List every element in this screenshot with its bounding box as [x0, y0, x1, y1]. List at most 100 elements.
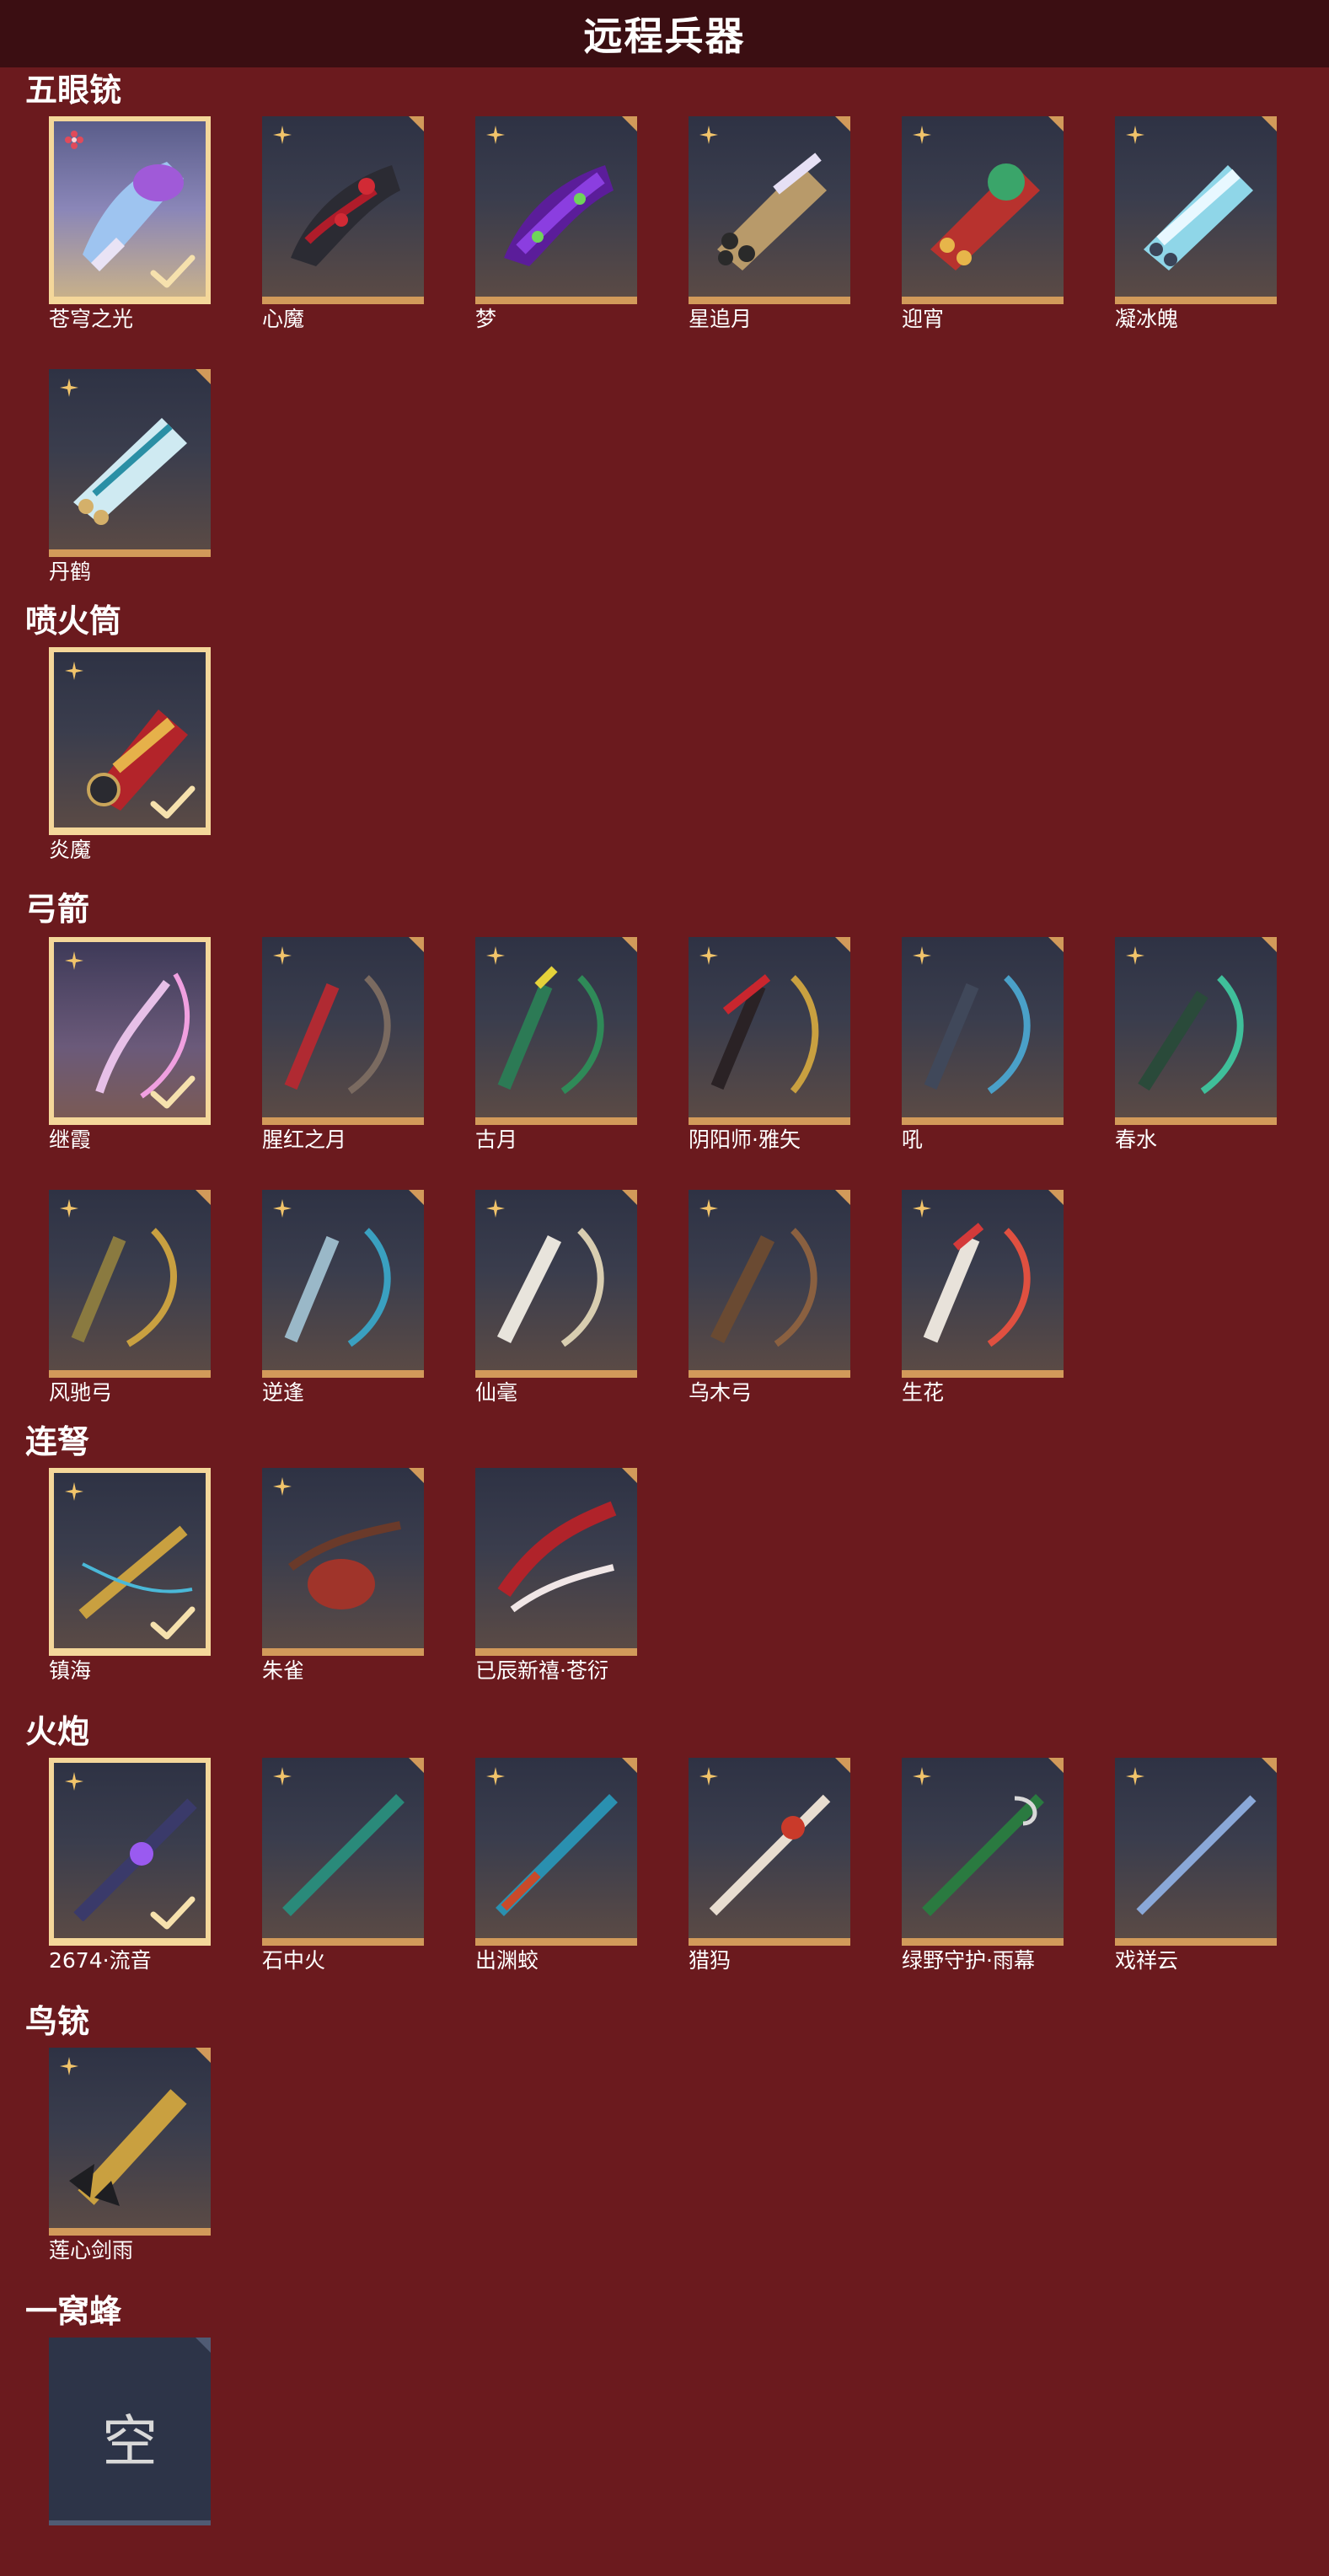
- weapon-card[interactable]: [1115, 1758, 1277, 1946]
- four-point-star-icon: [59, 378, 79, 398]
- weapon-card[interactable]: [689, 1190, 850, 1378]
- weapon-name: 春水: [1115, 1127, 1158, 1152]
- weapon-name: 生花: [902, 1380, 945, 1405]
- weapon-card[interactable]: [49, 937, 211, 1125]
- weapon-card[interactable]: [475, 116, 637, 304]
- weapon-art: [1138, 975, 1244, 1095]
- weapon-art: [923, 1223, 1031, 1347]
- weapon-card[interactable]: [689, 937, 850, 1125]
- four-point-star-icon: [912, 125, 932, 145]
- weapon-card[interactable]: [49, 1190, 211, 1378]
- section-title-huopao: 火炮: [25, 1713, 90, 1750]
- weapon-name: 逆逢: [262, 1380, 305, 1405]
- four-point-star-icon: [64, 951, 84, 971]
- weapon-card[interactable]: [262, 116, 424, 304]
- weapon-art: [717, 153, 827, 270]
- header-bar: 远程兵器: [0, 0, 1329, 67]
- weapon-card[interactable]: [49, 2048, 211, 2236]
- weapon-name: 梦: [475, 307, 497, 331]
- weapon-card[interactable]: [475, 937, 637, 1125]
- four-point-star-icon: [485, 1198, 506, 1218]
- weapon-name: 已辰新禧·苍衍: [475, 1658, 608, 1683]
- weapon-name: 石中火: [262, 1948, 326, 1973]
- weapon-art: [284, 975, 391, 1095]
- weapon-art: [496, 1228, 604, 1347]
- empty-slot-label: 空: [102, 2409, 158, 2474]
- weapon-name: 阴阳师·雅矢: [689, 1127, 801, 1152]
- four-point-star-icon: [1125, 1766, 1145, 1786]
- weapon-name: 朱雀: [262, 1658, 305, 1683]
- four-point-star-icon: [59, 2056, 79, 2076]
- four-point-star-icon: [272, 125, 292, 145]
- weapon-name: 乌木弓: [689, 1380, 753, 1405]
- section-title-liannu: 连弩: [25, 1423, 90, 1460]
- weapon-art: [930, 163, 1040, 270]
- section-title-wuyanchong: 五眼铳: [25, 72, 122, 109]
- weapon-name: 继霞: [49, 1127, 92, 1152]
- four-point-star-icon: [272, 945, 292, 966]
- weapon-art: [709, 1794, 831, 1916]
- weapon-card[interactable]: [1115, 937, 1277, 1125]
- weapon-name: 心魔: [262, 307, 305, 331]
- weapon-name: 迎宵: [902, 307, 945, 331]
- weapon-art: [284, 1228, 391, 1347]
- section-title-penhuotong: 喷火筒: [25, 602, 122, 640]
- weapon-card[interactable]: [49, 116, 211, 304]
- weapon-art: [1144, 165, 1253, 270]
- weapon-card[interactable]: [262, 1190, 424, 1378]
- weapon-art: [288, 1521, 401, 1609]
- weapon-card[interactable]: [475, 1468, 637, 1656]
- checkmark-icon: [150, 785, 196, 821]
- weapon-name: 凝冰魄: [1115, 307, 1179, 331]
- four-point-star-icon: [699, 945, 719, 966]
- weapon-art: [504, 165, 614, 266]
- checkmark-icon: [150, 254, 196, 290]
- four-point-star-icon: [272, 1766, 292, 1786]
- weapon-card[interactable]: [902, 937, 1064, 1125]
- weapon-name: 镇海: [49, 1658, 92, 1683]
- weapon-name: 仙毫: [475, 1380, 518, 1405]
- weapon-art: [69, 2089, 187, 2206]
- four-point-star-icon: [912, 1198, 932, 1218]
- weapon-name: 腥红之月: [262, 1127, 347, 1152]
- checkmark-icon: [150, 1606, 196, 1641]
- page-title: 远程兵器: [583, 13, 746, 59]
- weapon-name: 风驰弓: [49, 1380, 113, 1405]
- flower-rarity-icon: [64, 130, 84, 150]
- weapon-card[interactable]: [902, 116, 1064, 304]
- weapon-card[interactable]: [902, 1758, 1064, 1946]
- four-point-star-icon: [699, 125, 719, 145]
- weapon-card[interactable]: [1115, 116, 1277, 304]
- weapon-card[interactable]: [689, 116, 850, 304]
- weapon-name: 出渊蛟: [475, 1948, 539, 1973]
- weapon-card[interactable]: [49, 647, 211, 835]
- four-point-star-icon: [1125, 945, 1145, 966]
- weapon-name: 2674·流音: [49, 1948, 152, 1973]
- weapon-name: 丹鹤: [49, 560, 92, 584]
- four-point-star-icon: [272, 1198, 292, 1218]
- weapon-card[interactable]: [49, 1758, 211, 1946]
- checkmark-icon: [150, 1896, 196, 1931]
- weapon-card[interactable]: [49, 1468, 211, 1656]
- weapon-card[interactable]: [475, 1758, 637, 1946]
- weapon-art: [1136, 1795, 1257, 1915]
- weapon-card[interactable]: [475, 1190, 637, 1378]
- weapon-name: 猎犸: [689, 1948, 731, 1973]
- weapon-art: [282, 1794, 405, 1916]
- empty-slot-card[interactable]: 空: [49, 2338, 211, 2525]
- weapon-card[interactable]: [902, 1190, 1064, 1378]
- weapon-card[interactable]: [262, 937, 424, 1125]
- weapon-card[interactable]: [689, 1758, 850, 1946]
- weapon-art: [710, 974, 819, 1094]
- four-point-star-icon: [59, 1198, 79, 1218]
- four-point-star-icon: [64, 1771, 84, 1791]
- weapon-art: [497, 966, 604, 1095]
- four-point-star-icon: [699, 1766, 719, 1786]
- weapon-card[interactable]: [49, 369, 211, 557]
- weapon-card[interactable]: [262, 1468, 424, 1656]
- section-title-niaochong: 鸟铳: [25, 2003, 90, 2040]
- weapon-name: 炎魔: [49, 838, 92, 862]
- section-title-yiwofeng: 一窝蜂: [25, 2293, 122, 2330]
- weapon-card[interactable]: [262, 1758, 424, 1946]
- weapon-name: 苍穹之光: [49, 307, 134, 331]
